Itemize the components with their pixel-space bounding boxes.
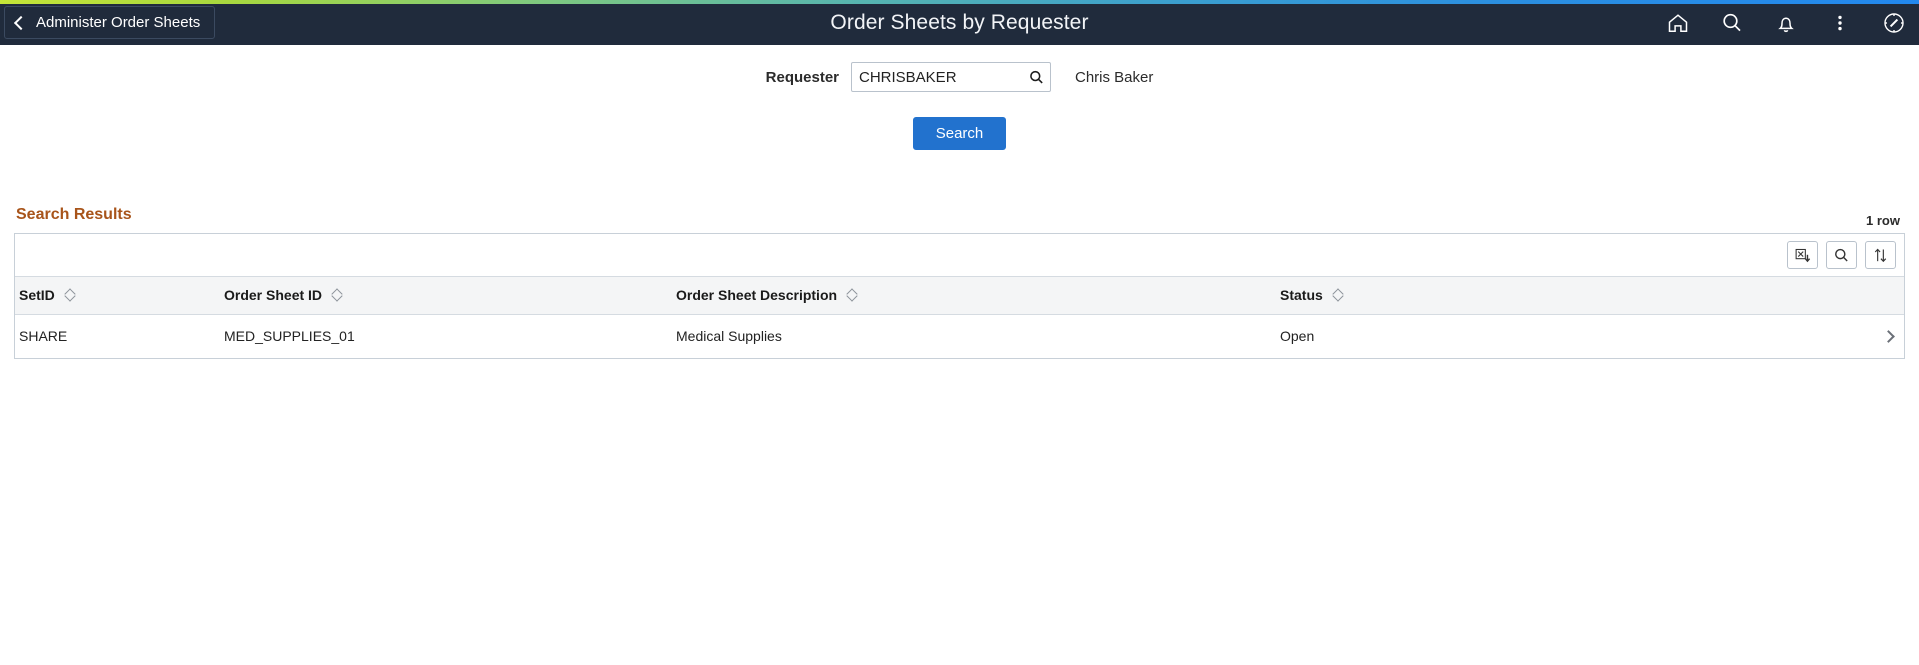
results-table-header: SetID Order Sheet ID Order Sheet Descrip… [15,277,1904,315]
sort-icon[interactable] [1865,241,1896,269]
sort-indicator-icon[interactable] [65,289,76,301]
grid-toolbar [15,234,1904,277]
column-header-order-sheet-description-label: Order Sheet Description [676,287,838,304]
cell-order-sheet-description: Medical Supplies [672,314,1276,358]
compass-icon[interactable] [1881,10,1907,36]
column-header-status[interactable]: Status [1276,277,1862,315]
column-header-setid[interactable]: SetID [15,277,220,315]
requester-description: Chris Baker [1075,68,1154,86]
page-title: Order Sheets by Requester [830,11,1089,34]
column-header-drill [1862,277,1904,315]
accent-gradient-strip [0,0,1919,4]
row-count-label: 1 row [1866,213,1900,228]
bell-icon[interactable] [1773,10,1799,36]
cell-drill[interactable] [1862,314,1904,358]
column-header-order-sheet-description[interactable]: Order Sheet Description [672,277,1276,315]
table-header-row: SetID Order Sheet ID Order Sheet Descrip… [15,277,1904,315]
sort-indicator-icon[interactable] [847,289,858,301]
results-table-body: SHARE MED_SUPPLIES_01 Medical Supplies O… [15,314,1904,358]
chevron-right-icon[interactable] [1881,330,1895,344]
requester-input[interactable] [851,62,1051,92]
column-header-setid-label: SetID [19,287,55,304]
requester-label: Requester [765,68,839,86]
column-header-order-sheet-id[interactable]: Order Sheet ID [220,277,672,315]
sort-indicator-icon[interactable] [332,289,343,301]
search-button[interactable]: Search [912,117,1007,150]
requester-lookup-wrapper [851,62,1051,92]
back-button-label: Administer Order Sheets [36,14,201,31]
sort-indicator-icon[interactable] [1333,289,1344,301]
search-results-heading: Search Results [16,206,132,223]
cell-status: Open [1276,314,1862,358]
column-header-order-sheet-id-label: Order Sheet ID [224,287,323,304]
search-button-row: Search [0,117,1919,150]
cell-setid: SHARE [15,314,220,358]
requester-lookup-icon[interactable] [1025,66,1047,88]
search-criteria-row: Requester Chris Baker [0,57,1919,97]
app-header-bar: Order Sheets by Requester Administer Ord… [0,0,1919,45]
chevron-left-icon [13,15,29,30]
table-row[interactable]: SHARE MED_SUPPLIES_01 Medical Supplies O… [15,314,1904,358]
results-table: SetID Order Sheet ID Order Sheet Descrip… [15,277,1904,358]
home-icon[interactable] [1665,10,1691,36]
header-icon-group [1665,0,1907,45]
column-header-status-label: Status [1280,287,1323,304]
back-button[interactable]: Administer Order Sheets [4,6,216,39]
more-vertical-icon[interactable] [1827,10,1853,36]
cell-order-sheet-id: MED_SUPPLIES_01 [220,314,672,358]
search-icon[interactable] [1719,10,1745,36]
search-results-grid: SetID Order Sheet ID Order Sheet Descrip… [14,233,1905,359]
find-icon[interactable] [1826,241,1857,269]
download-excel-icon[interactable] [1787,241,1818,269]
